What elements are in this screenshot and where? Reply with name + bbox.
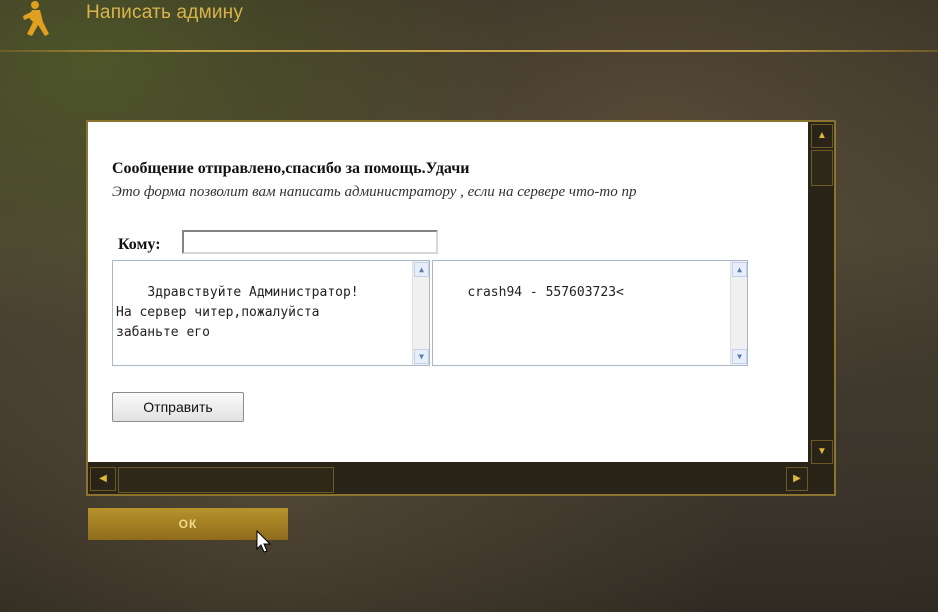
info-textarea[interactable]: crash94 - 557603723< ▲ ▼ <box>432 260 748 366</box>
web-content: Сообщение отправлено,спасибо за помощь.У… <box>88 122 808 462</box>
message-text: Здравствуйте Администратор! На сервер чи… <box>116 285 359 340</box>
horizontal-scroll-thumb[interactable] <box>118 467 334 493</box>
scroll-up-icon[interactable]: ▲ <box>732 262 747 277</box>
to-input[interactable] <box>182 230 438 254</box>
scroll-down-arrow-icon[interactable]: ▼ <box>811 440 833 464</box>
window-title: Написать админу <box>86 2 244 23</box>
scroll-down-icon[interactable]: ▼ <box>732 349 747 364</box>
send-button[interactable]: Отправить <box>112 392 244 422</box>
form-description: Это форма позволит вам написать админист… <box>112 184 637 200</box>
to-label: Кому: <box>118 236 161 253</box>
message-textarea[interactable]: Здравствуйте Администратор! На сервер чи… <box>112 260 430 366</box>
scroll-up-icon[interactable]: ▲ <box>414 262 429 277</box>
scroll-down-icon[interactable]: ▼ <box>414 349 429 364</box>
title-divider <box>0 50 938 52</box>
info-text: crash94 - 557603723< <box>467 285 624 300</box>
status-message: Сообщение отправлено,спасибо за помощь.У… <box>112 160 470 177</box>
mouse-cursor-icon <box>256 530 272 553</box>
counter-strike-logo-icon <box>23 1 49 36</box>
message-scrollbar[interactable]: ▲ ▼ <box>412 261 429 365</box>
vertical-scroll-thumb[interactable] <box>811 150 833 186</box>
scroll-up-arrow-icon[interactable]: ▲ <box>811 124 833 148</box>
scroll-left-arrow-icon[interactable]: ◀ <box>90 467 116 491</box>
scroll-right-arrow-icon[interactable]: ▶ <box>786 467 808 491</box>
info-scrollbar[interactable]: ▲ ▼ <box>730 261 747 365</box>
title-bar: Написать админу <box>0 0 938 52</box>
